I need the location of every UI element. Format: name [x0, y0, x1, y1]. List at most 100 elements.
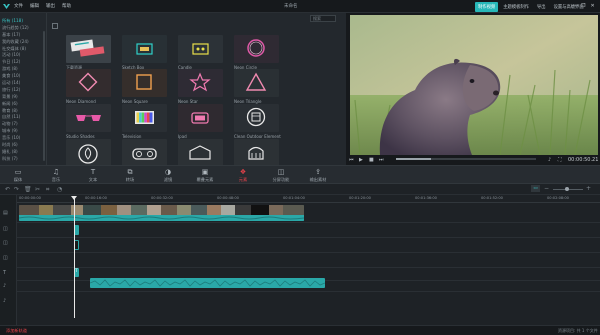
music-track-icon[interactable]: ♪: [3, 283, 6, 289]
library-item[interactable]: Neon Triangle: [234, 69, 279, 105]
title-badge-icon: [70, 39, 105, 57]
redo-icon[interactable]: ↷: [14, 186, 19, 193]
thumbnail: [122, 139, 167, 165]
tab-media[interactable]: ▭ 媒体: [5, 168, 31, 183]
overlay-track-icon[interactable]: ◫: [3, 240, 8, 246]
playhead[interactable]: [74, 196, 75, 318]
tab-transition[interactable]: ⧉ 转场: [117, 168, 143, 183]
library-item[interactable]: Neon Star: [178, 69, 223, 105]
tab-music[interactable]: ♫ 音乐: [43, 168, 69, 183]
tab-overlay[interactable]: ▣ 覆叠元素: [192, 168, 218, 183]
menu-help[interactable]: 帮助: [62, 3, 71, 9]
step-forward-icon[interactable]: ⏭: [379, 157, 384, 163]
zoom-out-icon[interactable]: −: [544, 185, 549, 192]
crop-icon[interactable]: ⌗: [46, 186, 49, 194]
thumbnail: [66, 69, 111, 97]
volume-icon[interactable]: ♪: [548, 157, 551, 163]
library-item[interactable]: Neon Diamond: [66, 69, 111, 105]
tab-make-video[interactable]: 制作视频: [475, 2, 499, 12]
zoom-handle[interactable]: [565, 187, 569, 191]
mode-tabs: 制作视频 主题模板制作 导出 设置与高级界面: [475, 2, 587, 12]
library-item[interactable]: [178, 139, 223, 165]
library-item[interactable]: Clean Outdoor Element: [234, 104, 281, 140]
playback-scrubber[interactable]: [396, 158, 536, 160]
zoom-slider[interactable]: [553, 187, 583, 191]
sidebar-item[interactable]: 旅行 (12): [2, 87, 44, 94]
sidebar-item[interactable]: 背景 (9): [2, 94, 44, 101]
sidebar-scrollbar[interactable]: [43, 31, 45, 161]
text-track-icon[interactable]: T: [3, 270, 6, 276]
overlay-track-icon[interactable]: ◫: [3, 255, 8, 261]
tab-text[interactable]: T 文本: [80, 168, 106, 183]
sidebar-item[interactable]: 我的收藏 (24): [2, 39, 44, 46]
tab-filter[interactable]: ◑ 滤镜: [155, 168, 181, 183]
text-icon: T: [90, 168, 96, 176]
sidebar-item[interactable]: 美食 (10): [2, 73, 44, 80]
library-item[interactable]: Sketch Box: [122, 35, 167, 71]
overlay-track-icon[interactable]: ◫: [3, 226, 8, 232]
menu-export[interactable]: 输出: [46, 3, 55, 9]
sidebar-item[interactable]: 动物 (7): [2, 121, 44, 128]
grid-view-icon[interactable]: [52, 23, 58, 29]
playhead-handle[interactable]: [71, 196, 77, 200]
menu-edit[interactable]: 编辑: [30, 3, 39, 9]
library-item[interactable]: Studio Shades: [66, 104, 111, 140]
add-track-button[interactable]: 添加新轨道: [6, 328, 27, 334]
render-button[interactable]: ▭: [531, 185, 540, 192]
sidebar-item[interactable]: 城市 (9): [2, 128, 44, 135]
sidebar-item[interactable]: 运动 (14): [2, 80, 44, 87]
tab-elements[interactable]: ❖ 元素: [230, 168, 256, 183]
sidebar-item[interactable]: 自然 (11): [2, 114, 44, 121]
library-item[interactable]: Ipad: [178, 104, 223, 140]
library-item[interactable]: Neon Square: [122, 69, 167, 105]
outdoor-element-icon: [246, 107, 266, 127]
library-item[interactable]: Neon Circle: [234, 35, 279, 71]
library-item[interactable]: 下载资源: [66, 35, 111, 71]
zoom-in-icon[interactable]: +: [586, 185, 591, 192]
music-track-icon[interactable]: ♪: [3, 298, 6, 304]
sidebar-item[interactable]: 流行趋势 (12): [2, 25, 44, 32]
delete-icon[interactable]: 🗑: [24, 186, 32, 193]
sidebar-item[interactable]: 游戏 (8): [2, 66, 44, 73]
undo-icon[interactable]: ↶: [5, 186, 10, 193]
sidebar-item[interactable]: 基本 (17): [2, 32, 44, 39]
step-back-icon[interactable]: ⏮: [349, 157, 354, 163]
tab-export-assets[interactable]: ⇪ 输出素材: [305, 168, 331, 183]
library-item[interactable]: [122, 139, 167, 165]
search-input[interactable]: 搜索: [310, 15, 336, 22]
close-icon[interactable]: ✕: [590, 3, 594, 9]
sidebar-item[interactable]: 新闻 (6): [2, 101, 44, 108]
music-clip[interactable]: [90, 278, 325, 288]
library-item[interactable]: Television: [122, 104, 167, 140]
sidebar-item[interactable]: 科技 (7): [2, 156, 44, 163]
sidebar-item[interactable]: 节日 (12): [2, 59, 44, 66]
sidebar-item[interactable]: 活动 (10): [2, 52, 44, 59]
tab-split-screen[interactable]: ◫ 分屏功能: [268, 168, 294, 183]
play-icon[interactable]: ▶: [359, 157, 363, 163]
menu-file[interactable]: 文件: [14, 3, 23, 9]
window-title: 未命名: [284, 4, 298, 9]
tab-export[interactable]: 导出: [534, 2, 549, 12]
library-item[interactable]: [66, 139, 111, 165]
video-clip[interactable]: [19, 205, 304, 221]
timeline-ruler[interactable]: 00:00:00:00 00:00:16:00 00:00:32:00 00:0…: [17, 195, 600, 203]
stop-icon[interactable]: ■: [369, 157, 374, 163]
library-item[interactable]: [234, 139, 279, 165]
sidebar-item[interactable]: 教育 (8): [2, 108, 44, 115]
sidebar-item[interactable]: 时尚 (6): [2, 142, 44, 149]
sidebar-item[interactable]: 社交媒体 (8): [2, 46, 44, 53]
maximize-icon[interactable]: ❐: [581, 3, 585, 9]
preview-video[interactable]: [350, 15, 598, 155]
speed-icon[interactable]: ◔: [57, 186, 62, 193]
sidebar-item[interactable]: 音乐 (10): [2, 135, 44, 142]
media-tabs: ▭ 媒体 ♫ 音乐 T 文本 ⧉ 转场 ◑ 滤镜 ▣ 覆叠元素 ❖ 元素 ◫ 分屏功能 ⇪ 输出素…: [0, 165, 600, 184]
tab-theme-template[interactable]: 主题模板制作: [500, 2, 532, 12]
video-track-icon[interactable]: ▤: [3, 210, 8, 216]
minimize-icon[interactable]: —: [571, 3, 576, 9]
sidebar-item[interactable]: 所有 (118): [2, 18, 44, 25]
fullscreen-icon[interactable]: ⛶: [558, 157, 562, 163]
library-item[interactable]: Candle: [178, 35, 223, 71]
sidebar-item[interactable]: 婚礼 (8): [2, 149, 44, 156]
neon-star-icon: [189, 72, 211, 92]
cut-icon[interactable]: ✂: [35, 186, 40, 193]
